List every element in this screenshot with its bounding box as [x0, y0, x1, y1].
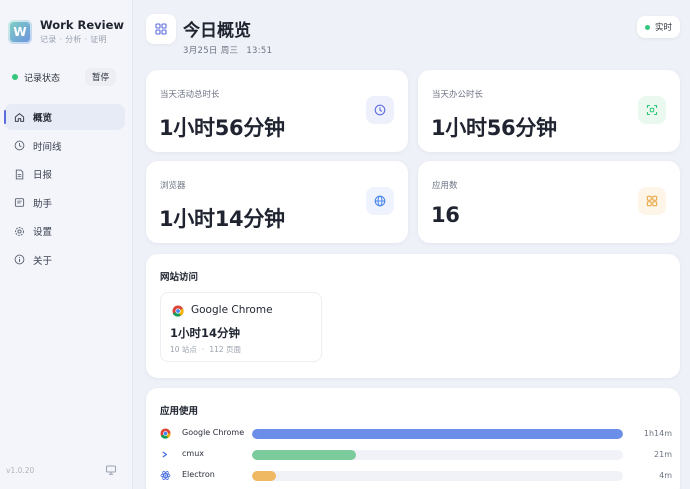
- sidebar-item-overview[interactable]: 概览: [4, 104, 125, 130]
- page-title: 今日概览: [183, 21, 251, 41]
- site-card-google-chrome[interactable]: Google Chrome 1小时14分钟 10 站点 · 112 页面: [160, 292, 322, 362]
- sidebar-item-label: 助手: [33, 198, 53, 210]
- sidebar-nav: 概览 时间线 日报 助手 设置 关于: [4, 104, 125, 276]
- date-text: 3月25日 周三: [183, 46, 239, 56]
- brand: W Work Review 记录 · 分析 · 证明: [8, 18, 124, 46]
- clock-icon: [366, 96, 394, 124]
- info-icon: [13, 254, 25, 266]
- realtime-toggle[interactable]: 实时: [636, 16, 680, 38]
- focus-icon: [638, 96, 666, 124]
- app-row-google-chrome[interactable]: Google Chrome 1h14m: [160, 427, 672, 441]
- sidebar-item-about[interactable]: 关于: [4, 247, 125, 273]
- usage-bar-track: [252, 429, 623, 439]
- app-name: Google Chrome: [182, 428, 245, 437]
- overview-grid-icon: [146, 14, 176, 44]
- site-duration: 1小时14分钟: [170, 326, 241, 340]
- stat-value: 1小时14分钟: [159, 207, 285, 231]
- sidebar-item-timeline[interactable]: 时间线: [4, 133, 125, 159]
- sidebar-item-label: 概览: [33, 113, 53, 124]
- sidebar-item-label: 关于: [33, 255, 53, 267]
- pause-button[interactable]: 暂停: [84, 68, 116, 86]
- stat-card-total-activity: 当天活动总时长 1小时56分钟: [146, 70, 408, 152]
- clock-icon: [13, 140, 25, 152]
- electron-icon: [160, 471, 171, 480]
- sidebar-item-settings[interactable]: 设置: [4, 218, 125, 244]
- home-icon: [13, 111, 25, 123]
- app-duration: 1h14m: [643, 429, 672, 438]
- app-usage-card: 应用使用 Google Chrome 1h14m cmux 21m Electr…: [146, 388, 680, 489]
- stat-value: 1小时56分钟: [431, 116, 557, 140]
- stat-card-office-time: 当天办公时长 1小时56分钟: [418, 70, 680, 152]
- app-row-electron[interactable]: Electron 4m: [160, 469, 672, 483]
- chrome-icon: [160, 428, 171, 439]
- page-date: 3月25日 周三 13:51: [183, 44, 272, 56]
- app-row-cmux[interactable]: cmux 21m: [160, 448, 672, 462]
- app-title: Work Review: [40, 18, 125, 32]
- sidebar-item-daily-report[interactable]: 日报: [4, 161, 125, 187]
- stat-label: 应用数: [432, 181, 458, 191]
- section-title: 应用使用: [160, 406, 199, 417]
- usage-bar-track: [252, 471, 623, 481]
- document-icon: [13, 168, 25, 180]
- gear-icon: [13, 225, 25, 237]
- sidebar-item-assistant[interactable]: 助手: [4, 190, 125, 216]
- globe-icon: [366, 187, 394, 215]
- chrome-icon: [172, 305, 184, 317]
- stat-card-app-count: 应用数 16: [418, 161, 680, 243]
- stat-value: 1小时56分钟: [159, 116, 285, 140]
- app-duration: 4m: [659, 471, 672, 480]
- sidebar-item-label: 时间线: [33, 141, 62, 153]
- usage-bar-fill: [252, 429, 623, 439]
- stat-label: 当天活动总时长: [160, 90, 220, 100]
- monitor-icon[interactable]: [105, 464, 117, 476]
- app-subtitle: 记录 · 分析 · 证明: [40, 35, 107, 44]
- page-count: 112 页面: [209, 345, 242, 354]
- section-title: 网站访问: [160, 272, 199, 283]
- terminal-icon: [160, 449, 171, 460]
- usage-bar-fill: [252, 471, 277, 481]
- app-name: Electron: [182, 470, 215, 479]
- app-name: cmux: [182, 449, 204, 458]
- stat-label: 当天办公时长: [432, 90, 484, 100]
- record-status-label: 记录状态: [24, 73, 61, 84]
- app-duration: 21m: [654, 450, 672, 459]
- stat-value: 16: [431, 203, 460, 227]
- apps-grid-icon: [638, 187, 666, 215]
- website-visits-card: 网站访问 Google Chrome 1小时14分钟 10 站点 · 112 页面: [146, 254, 680, 378]
- site-count: 10 站点: [170, 345, 197, 354]
- record-status: 记录状态 暂停: [6, 66, 126, 88]
- sidebar: W Work Review 记录 · 分析 · 证明 记录状态 暂停 概览 时间…: [0, 0, 133, 489]
- sidebar-item-label: 设置: [33, 227, 53, 239]
- stat-card-browser: 浏览器 1小时14分钟: [146, 161, 408, 243]
- realtime-dot: [644, 24, 650, 30]
- site-name: Google Chrome: [191, 304, 273, 316]
- status-dot: [12, 74, 18, 80]
- logo-letter: W: [13, 25, 27, 39]
- usage-bar-track: [252, 450, 623, 460]
- sidebar-item-label: 日报: [33, 170, 53, 182]
- main-content: 今日概览 3月25日 周三 13:51 实时 当天活动总时长 1小时56分钟 当天…: [134, 0, 690, 489]
- usage-bar-fill: [252, 450, 356, 460]
- assistant-icon: [13, 197, 25, 209]
- time-text: 13:51: [246, 46, 273, 56]
- app-logo: W: [8, 20, 32, 44]
- realtime-label: 实时: [654, 23, 672, 33]
- site-meta: 10 站点 · 112 页面: [170, 345, 242, 354]
- stat-label: 浏览器: [160, 181, 186, 191]
- version-label: v1.0.20: [6, 466, 35, 475]
